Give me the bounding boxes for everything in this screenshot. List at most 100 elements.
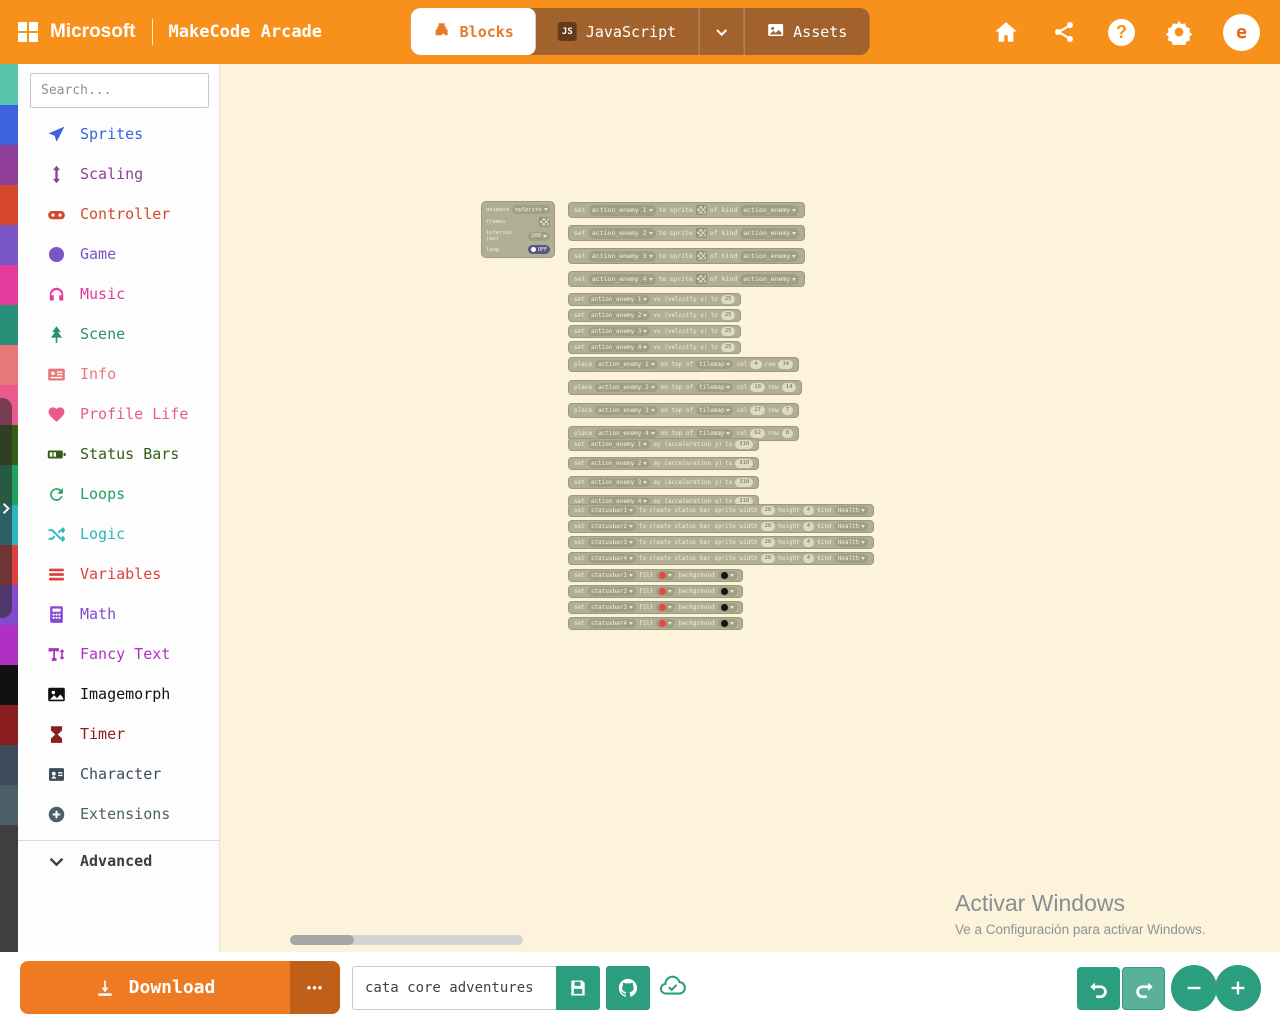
color-swatch-dropdown[interactable] [656, 603, 676, 612]
github-button[interactable] [606, 966, 650, 1010]
set-sprite-block[interactable]: set action_enemy 3 to sprite of kind action_e… [568, 248, 806, 264]
zoom-in-button[interactable] [1215, 965, 1261, 1011]
search-input[interactable] [41, 83, 210, 98]
block-dropdown[interactable]: action_enemy [740, 227, 800, 239]
sprite-image-preview[interactable] [695, 251, 707, 261]
number-input[interactable]: 14 [778, 360, 794, 369]
number-input[interactable]: 8 [781, 429, 794, 438]
block-dropdown[interactable]: action_enemy 1 [587, 440, 651, 449]
sprite-image-preview[interactable] [539, 217, 550, 227]
color-swatch-dropdown[interactable] [656, 587, 676, 596]
create-statusbar-block[interactable]: set statusbar2 to create status bar sprite … [568, 520, 875, 533]
number-input[interactable]: 4 [750, 360, 762, 369]
block-dropdown[interactable]: tilemap [696, 360, 734, 369]
avatar[interactable]: e [1223, 13, 1260, 51]
number-input[interactable]: 310 [735, 478, 754, 487]
redo-button[interactable] [1122, 967, 1165, 1010]
block-dropdown[interactable]: action_enemy 3 [587, 327, 651, 336]
number-input[interactable]: 4 [802, 538, 815, 547]
number-input[interactable]: 27 [750, 406, 765, 415]
block-dropdown[interactable]: statusbar2 [587, 587, 636, 596]
color-swatch-dropdown[interactable] [717, 603, 737, 612]
sidebar-item-scaling[interactable]: Scaling [18, 154, 219, 194]
number-input[interactable]: 20 [760, 554, 776, 563]
block-dropdown[interactable]: statusbar3 [587, 538, 636, 547]
block-dropdown[interactable]: Health [834, 538, 869, 547]
sidebar-item-character[interactable]: Character [18, 754, 219, 794]
block-dropdown[interactable]: action_enemy [740, 273, 800, 285]
number-input[interactable]: 4 [802, 522, 815, 531]
block-dropdown[interactable]: 200 [528, 231, 550, 241]
set-velocity-block[interactable]: set action_enemy 4 vx (velocity x) to 25 [568, 341, 742, 354]
sprite-image-preview[interactable] [695, 228, 707, 238]
project-name-input[interactable] [352, 966, 556, 1010]
sidebar-item-loops[interactable]: Loops [18, 474, 219, 514]
number-input[interactable]: 4 [802, 506, 815, 515]
place-on-tilemap-block[interactable]: place action_enemy 1 on top of tilemap col 4 r… [568, 357, 800, 372]
block-dropdown[interactable]: tilemap [696, 406, 734, 415]
block-dropdown[interactable]: mySprite [512, 205, 551, 214]
block-dropdown[interactable]: Health [834, 554, 869, 563]
color-swatch-dropdown[interactable] [717, 571, 737, 580]
set-velocity-block[interactable]: set action_enemy 1 vx (velocity x) to 25 [568, 293, 742, 306]
block-dropdown[interactable]: statusbar4 [587, 619, 636, 628]
settings-button[interactable] [1165, 18, 1193, 46]
tab-blocks[interactable]: Blocks [410, 8, 536, 55]
number-input[interactable]: 20 [760, 522, 776, 531]
block-dropdown[interactable]: action_enemy 2 [588, 227, 656, 239]
number-input[interactable]: 310 [735, 459, 754, 468]
sidebar-item-variables[interactable]: Variables [18, 554, 219, 594]
sidebar-item-scene[interactable]: Scene [18, 314, 219, 354]
number-input[interactable]: 4 [802, 554, 815, 563]
block-dropdown[interactable]: action_enemy [740, 204, 800, 216]
color-swatch-dropdown[interactable] [717, 587, 737, 596]
statusbar-fill-block[interactable]: set statusbar3 fill background [568, 601, 743, 614]
sidebar-item-info[interactable]: Info [18, 354, 219, 394]
set-sprite-block[interactable]: set action_enemy 4 to sprite of kind action_e… [568, 271, 806, 287]
set-sprite-block[interactable]: set action_enemy 2 to sprite of kind action_e… [568, 225, 806, 241]
block-dropdown[interactable]: statusbar1 [587, 571, 636, 580]
set-sprite-block[interactable]: set action_enemy 1 to sprite of kind action_e… [568, 202, 806, 218]
block-dropdown[interactable]: action_enemy 1 [587, 295, 651, 304]
color-swatch-dropdown[interactable] [656, 619, 676, 628]
horizontal-scrollbar[interactable] [290, 935, 523, 945]
create-statusbar-block[interactable]: set statusbar4 to create status bar sprite … [568, 552, 875, 565]
number-input[interactable]: 20 [760, 506, 776, 515]
sprite-image-preview[interactable] [695, 205, 707, 215]
sidebar-item-extensions[interactable]: Extensions [18, 794, 219, 834]
block-dropdown[interactable]: action_enemy [740, 250, 800, 262]
number-input[interactable]: 14 [781, 383, 797, 392]
block-dropdown[interactable]: action_enemy 1 [595, 360, 658, 369]
sidebar-item-status-bars[interactable]: Status Bars [18, 434, 219, 474]
block-dropdown[interactable]: Health [834, 522, 869, 531]
scrollbar-thumb[interactable] [290, 935, 354, 945]
share-button[interactable] [1050, 18, 1078, 46]
set-acceleration-block[interactable]: set action_enemy 2 ay (acceleration y) to 31… [568, 457, 760, 470]
statusbar-fill-block[interactable]: set statusbar4 fill background [568, 617, 743, 630]
sprite-image-preview[interactable] [695, 274, 707, 284]
number-input[interactable]: 7 [781, 406, 794, 415]
number-input[interactable]: 310 [735, 440, 754, 449]
block-dropdown[interactable]: action_enemy 2 [587, 311, 651, 320]
sidebar-item-sprites[interactable]: Sprites [18, 114, 219, 154]
download-options-button[interactable]: ••• [290, 961, 340, 1014]
set-acceleration-block[interactable]: set action_enemy 3 ay (acceleration y) to 31… [568, 476, 760, 489]
number-input[interactable]: 25 [720, 311, 736, 320]
zoom-out-button[interactable] [1171, 965, 1217, 1011]
block-dropdown[interactable]: action_enemy 4 [595, 429, 658, 438]
block-dropdown[interactable]: Health [834, 506, 869, 515]
number-input[interactable]: 10 [750, 383, 765, 392]
set-velocity-block[interactable]: set action_enemy 3 vx (velocity x) to 25 [568, 325, 742, 338]
block-dropdown[interactable]: tilemap [696, 429, 734, 438]
help-button[interactable]: ? [1108, 18, 1135, 46]
on-off-toggle[interactable]: OFF [527, 245, 550, 254]
toolbox-flyout-handle[interactable] [0, 398, 12, 618]
save-project-button[interactable] [556, 966, 600, 1010]
block-dropdown[interactable]: action_enemy 3 [588, 250, 656, 262]
number-input[interactable]: 25 [720, 327, 736, 336]
set-acceleration-block[interactable]: set action_enemy 1 ay (acceleration y) to 31… [568, 438, 760, 451]
sidebar-item-controller[interactable]: Controller [18, 194, 219, 234]
number-input[interactable]: 62 [750, 429, 765, 438]
block-dropdown[interactable]: action_enemy 3 [587, 478, 651, 487]
number-input[interactable]: 25 [720, 295, 736, 304]
